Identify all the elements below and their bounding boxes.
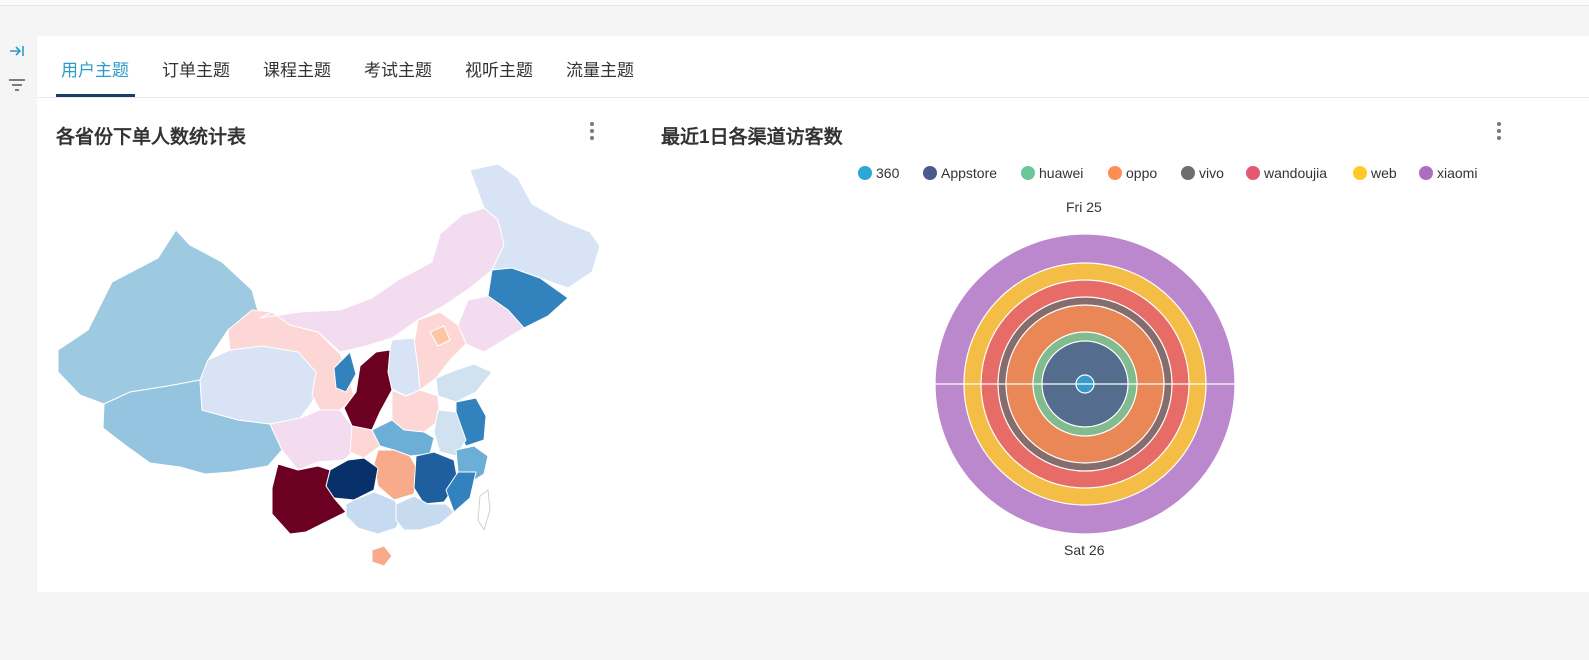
map-more-icon[interactable] (585, 120, 599, 144)
legend-item[interactable]: web (1353, 163, 1397, 183)
legend-item[interactable]: vivo (1181, 163, 1224, 183)
angle-label-bottom: Sat 26 (1064, 542, 1105, 558)
filter-icon[interactable] (8, 76, 26, 94)
side-toolbar (0, 36, 34, 156)
tab-traffic[interactable]: 流量主题 (566, 56, 634, 81)
pie-more-icon[interactable] (1492, 120, 1506, 144)
topic-tabs: 用户主题 订单主题 课程主题 考试主题 视听主题 流量主题 (37, 36, 1589, 98)
map-card-title: 各省份下单人数统计表 (56, 127, 247, 148)
map-region-taiwan (477, 489, 491, 531)
angle-label-top: Fri 25 (1066, 199, 1102, 215)
legend-item[interactable]: Appstore (923, 163, 997, 183)
map-region-hunan (373, 449, 419, 501)
map-region-hainan (371, 545, 393, 567)
legend-item[interactable]: 360 (858, 163, 899, 183)
tab-user[interactable]: 用户主题 (61, 56, 129, 81)
active-tab-indicator (56, 94, 135, 97)
top-bar (0, 0, 1589, 6)
legend-item[interactable]: xiaomi (1419, 163, 1477, 183)
dashboard-panel: 用户主题 订单主题 课程主题 考试主题 视听主题 流量主题 各省份下单人数统计表 (37, 36, 1589, 592)
legend-item[interactable]: wandoujia (1246, 163, 1327, 183)
tab-video[interactable]: 视听主题 (465, 56, 533, 81)
map-region-shandong (435, 363, 493, 403)
tab-exam[interactable]: 考试主题 (364, 56, 432, 81)
pie-legend: 360 Appstore huawei oppo vivo wandoujia … (37, 163, 1589, 183)
legend-item[interactable]: huawei (1021, 163, 1083, 183)
channel-ring-chart (934, 233, 1236, 535)
china-map (57, 163, 601, 567)
collapse-right-icon[interactable] (8, 42, 26, 60)
legend-item[interactable]: oppo (1108, 163, 1157, 183)
tab-order[interactable]: 订单主题 (162, 56, 230, 81)
pie-card-title: 最近1日各渠道访客数 (661, 127, 843, 148)
tab-course[interactable]: 课程主题 (263, 56, 331, 81)
